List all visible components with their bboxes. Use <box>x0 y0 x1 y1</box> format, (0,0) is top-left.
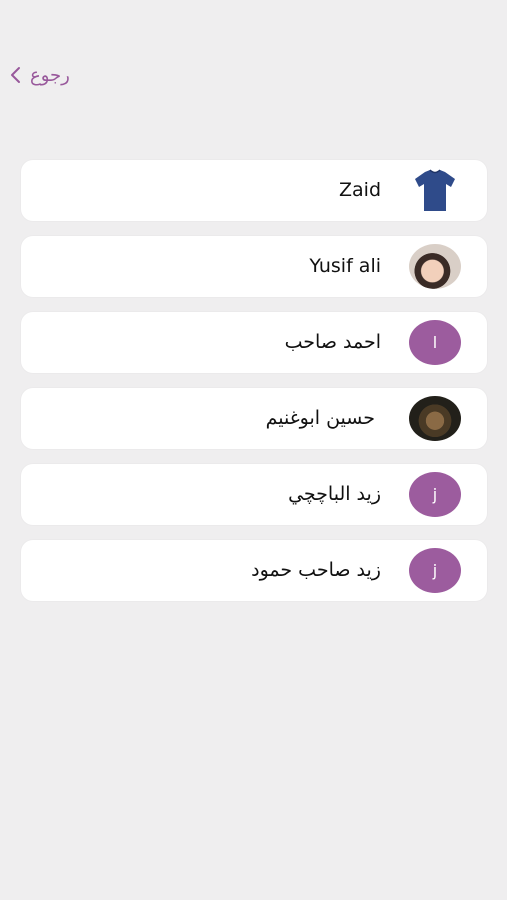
avatar: j <box>409 472 461 517</box>
avatar-letter: ا <box>432 333 438 352</box>
back-label: رجوع <box>30 64 70 86</box>
contact-item[interactable]: حسين ابوغنيم <box>21 388 487 449</box>
avatar <box>409 396 461 441</box>
contact-name: احمد صاحب <box>284 331 381 353</box>
contact-name: زيد الباچچي <box>288 483 381 505</box>
contact-name: زيد صاحب حمود <box>251 559 381 581</box>
back-button[interactable]: رجوع <box>8 60 70 90</box>
chevron-left-icon <box>11 67 20 83</box>
contact-name: Yusif ali <box>309 255 381 277</box>
contact-item[interactable]: احمد صاحب ا <box>21 312 487 373</box>
avatar: j <box>409 548 461 593</box>
avatar-letter: j <box>432 561 438 580</box>
avatar: ا <box>409 320 461 365</box>
contact-list: Zaid Yusif ali احمد صاحب ا حسين ابوغنيم … <box>21 160 487 616</box>
contact-item[interactable]: زيد الباچچي j <box>21 464 487 525</box>
contact-item[interactable]: Zaid <box>21 160 487 221</box>
tshirt-icon <box>409 168 461 213</box>
contact-name: Zaid <box>339 179 381 201</box>
contact-name: حسين ابوغنيم <box>265 407 375 429</box>
contact-item[interactable]: Yusif ali <box>21 236 487 297</box>
contact-item[interactable]: زيد صاحب حمود j <box>21 540 487 601</box>
avatar-letter: j <box>432 485 438 504</box>
avatar <box>409 244 461 289</box>
